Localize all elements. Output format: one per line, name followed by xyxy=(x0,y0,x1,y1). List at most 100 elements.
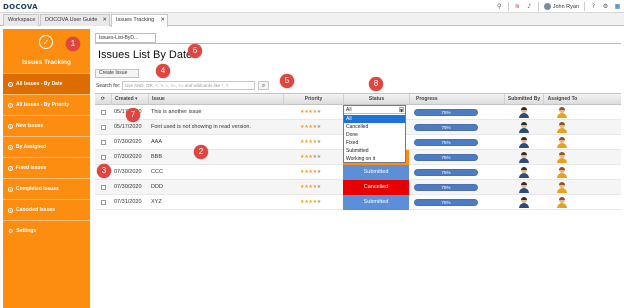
submitted-by-avatar[interactable] xyxy=(519,107,529,118)
priority-stars[interactable]: ★★★★★ xyxy=(300,165,321,180)
col-status[interactable]: Status xyxy=(343,94,409,105)
created-date: 07/30/2020 xyxy=(114,139,142,145)
submitted-by-avatar[interactable] xyxy=(519,182,529,193)
help-icon[interactable]: ? xyxy=(590,3,597,10)
priority-stars[interactable]: ★★★★★ xyxy=(300,150,321,165)
sidebar-title: Issues Tracking xyxy=(22,59,71,66)
status-option[interactable]: Fixed xyxy=(344,139,405,147)
sidebar-item-fixed-issues[interactable]: › Fixed Issues xyxy=(3,157,90,178)
priority-stars[interactable]: ★★★★★ xyxy=(300,105,321,120)
progress-bar: 75% xyxy=(414,124,478,131)
assigned-to-avatar[interactable] xyxy=(557,182,567,193)
sidebar-item-canceled-issues[interactable]: › Canceled Issues xyxy=(3,199,90,220)
submitted-by-avatar[interactable] xyxy=(519,197,529,208)
avatar-body xyxy=(557,158,567,163)
sidebar-item-label: All Issues - By Priority xyxy=(16,102,70,108)
status-badge[interactable]: Submitted xyxy=(343,195,409,210)
close-icon[interactable]: ✕ xyxy=(102,15,107,26)
assigned-to-avatar[interactable] xyxy=(557,152,567,163)
submitted-by-avatar[interactable] xyxy=(519,167,529,178)
col-progress[interactable]: Progress xyxy=(409,94,504,105)
star-icon[interactable]: ★ xyxy=(317,199,322,205)
table-row[interactable]: 07/30/2020 CCC ★★★★★ Submitted 75% xyxy=(95,165,621,180)
submitted-by-avatar[interactable] xyxy=(519,122,529,133)
col-submitted-by[interactable]: Submitted By xyxy=(504,94,543,105)
search-button[interactable]: ⌕ xyxy=(258,81,269,90)
gear-icon: ⚙ xyxy=(8,227,14,235)
chevron-down-icon[interactable]: ▼ xyxy=(399,107,404,113)
docova-logo[interactable]: DOCOVA xyxy=(3,2,38,11)
star-icon[interactable]: ★ xyxy=(317,184,322,190)
avatar-body xyxy=(519,143,529,148)
row-checkbox[interactable] xyxy=(101,140,106,145)
priority-stars[interactable]: ★★★★★ xyxy=(300,195,321,210)
sidebar: ✓ Issues Tracking › All Issues - By Date… xyxy=(3,29,90,308)
col-priority[interactable]: Priority xyxy=(283,94,343,105)
row-checkbox[interactable] xyxy=(101,110,106,115)
issue-title[interactable]: AAA xyxy=(151,135,162,150)
view-tab[interactable]: Issues-List-ByD... xyxy=(95,33,156,43)
row-checkbox[interactable] xyxy=(101,185,106,190)
apps-icon[interactable]: ▦ xyxy=(614,3,621,10)
status-option[interactable]: Done xyxy=(344,131,405,139)
sidebar-item-completed-issues[interactable]: › Completed Issues xyxy=(3,178,90,199)
status-badge[interactable]: Cancelled xyxy=(343,180,409,195)
tab-issues-tracking[interactable]: Issues Tracking ✕ xyxy=(111,14,168,27)
issue-title[interactable]: XYZ xyxy=(151,195,162,210)
assigned-to-avatar[interactable] xyxy=(557,137,567,148)
assigned-to-avatar[interactable] xyxy=(557,197,567,208)
status-option[interactable]: Cancelled xyxy=(344,123,405,131)
table-row[interactable]: 07/31/2020 XYZ ★★★★★ Submitted 75% xyxy=(95,195,621,210)
issue-title[interactable]: This is another issue xyxy=(151,105,201,120)
col-assigned-to[interactable]: Assigned To xyxy=(543,94,581,105)
status-filter-dropdown[interactable]: All ▼ All Cancelled Done Fixed Submitted Work… xyxy=(343,105,406,163)
sidebar-item-by-assigned[interactable]: › By Assigned xyxy=(3,136,90,157)
submitted-by-avatar[interactable] xyxy=(519,152,529,163)
issue-title[interactable]: CCC xyxy=(151,165,163,180)
created-date: 07/31/2020 xyxy=(114,199,142,205)
issue-title[interactable]: BBB xyxy=(151,150,162,165)
status-option[interactable]: All xyxy=(344,115,405,123)
assigned-to-avatar[interactable] xyxy=(557,122,567,133)
row-checkbox[interactable] xyxy=(101,125,106,130)
sidebar-item-settings[interactable]: ⚙ Settings xyxy=(3,220,90,241)
status-option[interactable]: Submitted xyxy=(344,147,405,155)
create-issue-button[interactable]: Create Issue xyxy=(95,69,139,78)
avatar-body xyxy=(557,128,567,133)
star-icon[interactable]: ★ xyxy=(317,109,322,115)
star-icon[interactable]: ★ xyxy=(317,154,322,160)
issue-title[interactable]: Font used is not showing in read version… xyxy=(151,120,251,135)
wifi-icon[interactable]: ≋ xyxy=(514,3,521,10)
status-badge[interactable]: Submitted xyxy=(343,165,409,180)
star-icon[interactable]: ★ xyxy=(317,139,322,145)
pin-icon[interactable]: ⚲ xyxy=(496,3,503,10)
row-checkbox[interactable] xyxy=(101,155,106,160)
star-icon[interactable]: ★ xyxy=(317,124,322,130)
sidebar-item-new-issues[interactable]: › New Issues xyxy=(3,115,90,136)
row-checkbox[interactable] xyxy=(101,200,106,205)
gear-icon[interactable]: ⚙ xyxy=(602,3,609,10)
priority-stars[interactable]: ★★★★★ xyxy=(300,120,321,135)
col-issue[interactable]: Issue xyxy=(148,94,283,105)
tab-workspace[interactable]: Workspace xyxy=(3,14,39,26)
status-filter-select[interactable]: All ▼ xyxy=(344,106,405,114)
close-icon[interactable]: ✕ xyxy=(160,15,165,26)
star-icon[interactable]: ★ xyxy=(317,169,322,175)
user-menu[interactable]: John Ryan xyxy=(543,3,579,10)
priority-stars[interactable]: ★★★★★ xyxy=(300,180,321,195)
priority-stars[interactable]: ★★★★★ xyxy=(300,135,321,150)
col-created[interactable]: Created ▾ xyxy=(111,94,148,105)
tab-user-guide[interactable]: DOCOVA User Guide ✕ xyxy=(40,14,110,26)
table-row[interactable]: 07/30/2020 DDD ★★★★★ Cancelled 75% xyxy=(95,180,621,195)
refresh-icon[interactable]: ⟳ xyxy=(95,94,111,105)
issue-title[interactable]: DDD xyxy=(151,180,163,195)
bell-icon[interactable]: ♪ xyxy=(526,3,533,10)
submitted-by-avatar[interactable] xyxy=(519,137,529,148)
status-option[interactable]: Working on it xyxy=(344,155,405,163)
sidebar-item-all-issues-by-priority[interactable]: › All Issues - By Priority xyxy=(3,94,90,115)
assigned-to-avatar[interactable] xyxy=(557,167,567,178)
assigned-to-avatar[interactable] xyxy=(557,107,567,118)
search-input[interactable] xyxy=(122,81,255,90)
avatar-hair xyxy=(521,107,527,110)
sidebar-item-all-issues-by-date[interactable]: › All Issues - By Date xyxy=(3,73,90,94)
